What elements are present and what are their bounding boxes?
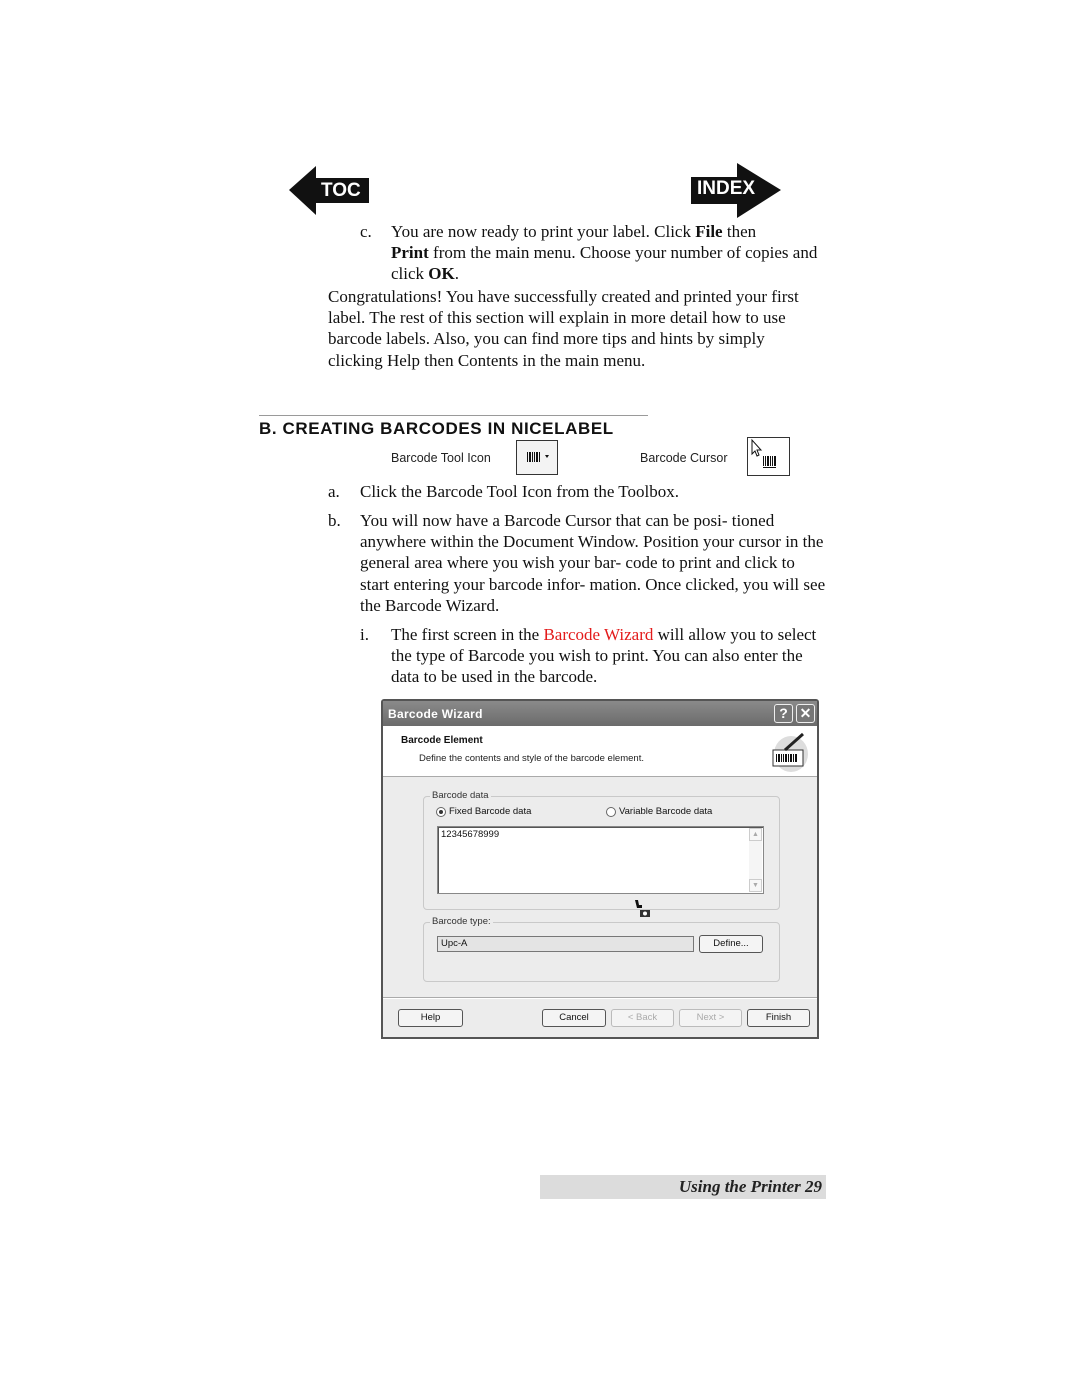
substep-i-marker: i. (360, 625, 369, 644)
step-c-text: You are now ready to print your label. C… (391, 221, 823, 285)
bold-ok: OK (428, 264, 455, 284)
cursor-label: Barcode Cursor (640, 451, 728, 465)
step-a-text: Click the Barcode Tool Icon from the Too… (360, 482, 679, 501)
help-title-button[interactable]: ? (774, 704, 793, 723)
cancel-button[interactable]: Cancel (542, 1009, 606, 1027)
barcode-icon (527, 452, 549, 462)
barcode-cursor-preview (747, 437, 790, 476)
back-button[interactable]: < Back (611, 1009, 674, 1027)
header-title: Barcode Element (401, 735, 483, 746)
step-c-marker: c. (360, 222, 372, 241)
barcode-data-legend: Barcode data (430, 790, 491, 801)
hand-cursor-icon (635, 900, 650, 917)
toc-button[interactable]: TOC (289, 166, 369, 216)
vertical-scrollbar[interactable]: ▲ ▼ (749, 828, 762, 892)
index-label: INDEX (697, 178, 756, 199)
barcode-wizard-icon (772, 732, 808, 772)
substep-i-text-1: The first screen in the (391, 625, 544, 644)
define-button[interactable]: Define... (699, 935, 763, 953)
finish-button[interactable]: Finish (747, 1009, 810, 1027)
dialog-titlebar[interactable]: Barcode Wizard ? ✕ (383, 701, 817, 726)
step-b-text: You will now have a Barcode Cursor that … (360, 511, 826, 615)
barcode-type-value: Upc-A (441, 938, 468, 949)
radio-fixed-label: Fixed Barcode data (449, 806, 532, 817)
scroll-up-icon[interactable]: ▲ (749, 828, 762, 841)
close-button[interactable]: ✕ (796, 704, 815, 723)
dialog-header: Barcode Element Define the contents and … (383, 726, 817, 777)
bold-file: File (695, 222, 723, 241)
barcode-type-legend: Barcode type: (430, 916, 493, 927)
scroll-down-icon[interactable]: ▼ (749, 879, 762, 892)
page-footer: Using the Printer 29 (540, 1175, 826, 1199)
radio-unselected-icon (606, 806, 616, 817)
button-bar-divider (383, 997, 817, 999)
header-subtitle: Define the contents and style of the bar… (419, 753, 644, 764)
step-c-text-1: You are now ready to print your label. C… (391, 222, 696, 241)
barcode-type-field: Upc-A (437, 936, 694, 952)
radio-variable-label: Variable Barcode data (619, 806, 713, 817)
step-c-text-4: . (454, 264, 459, 284)
step-b-marker: b. (328, 511, 341, 530)
barcode-data-input[interactable]: 12345678999 ▲ ▼ (437, 826, 764, 894)
barcode-tool-icon[interactable] (516, 440, 558, 475)
radio-selected-icon (436, 806, 446, 817)
barcode-cursor-icon (751, 438, 776, 468)
substep-i-text: The first screen in the Barcode Wizard w… (391, 624, 821, 688)
barcode-wizard-dialog: Barcode Wizard ? ✕ Barcode Element Defin… (381, 699, 819, 1039)
help-button[interactable]: Help (398, 1009, 463, 1027)
question-icon: ? (779, 705, 788, 721)
radio-variable-barcode-data[interactable]: Variable Barcode data (606, 806, 712, 817)
tool-icon-label: Barcode Tool Icon (391, 451, 491, 465)
barcode-wizard-link[interactable]: Barcode Wizard (543, 625, 653, 644)
dialog-title: Barcode Wizard (388, 707, 483, 721)
bold-print: Print (391, 243, 429, 263)
section-divider (259, 415, 648, 416)
footer-text: Using the Printer 29 (678, 1177, 822, 1196)
step-c-text-2: then (722, 222, 757, 241)
radio-fixed-barcode-data[interactable]: Fixed Barcode data (436, 806, 531, 817)
next-button[interactable]: Next > (679, 1009, 742, 1027)
toc-label: TOC (321, 180, 361, 201)
barcode-data-value: 12345678999 (441, 829, 500, 840)
section-heading: B. CREATING BARCODES IN NICELABEL (259, 419, 614, 438)
index-button[interactable]: INDEX (691, 163, 781, 218)
congrats-paragraph: Congratulations! You have successfully c… (328, 287, 799, 370)
step-a-marker: a. (328, 482, 340, 501)
close-icon: ✕ (799, 705, 812, 721)
